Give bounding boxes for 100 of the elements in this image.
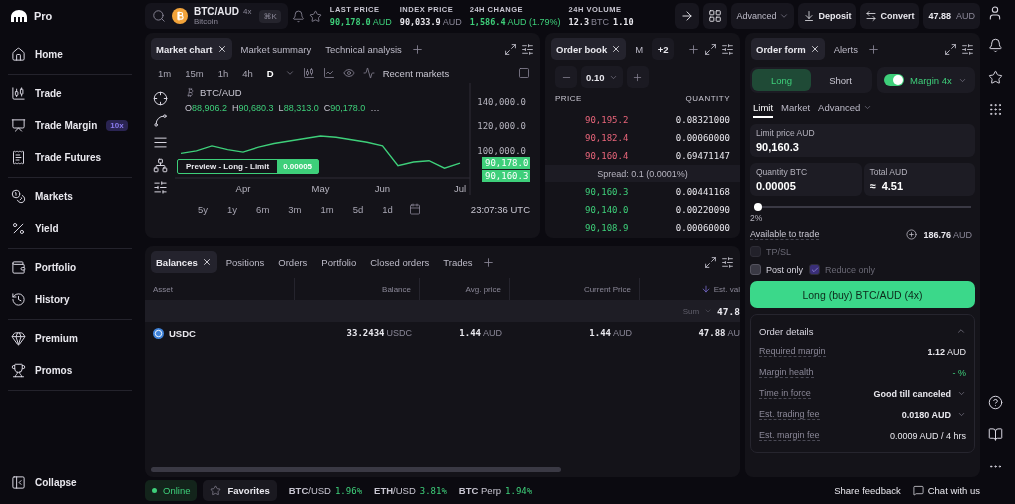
recent-markets-link[interactable]: Recent markets: [382, 67, 450, 79]
nav-item[interactable]: Portfolio: [8, 251, 132, 283]
range-button[interactable]: 6m: [253, 203, 273, 215]
increase-button[interactable]: [626, 66, 649, 88]
convert-button[interactable]: Convert: [860, 3, 920, 29]
chat-link[interactable]: Chat with us: [912, 485, 980, 496]
ticker-link[interactable]: BTC Perp 1.94%: [458, 485, 533, 496]
checkbox[interactable]: [750, 264, 761, 275]
submit-button[interactable]: Long (buy) BTC/AUD (4x): [750, 281, 975, 308]
next-button[interactable]: [675, 3, 700, 29]
panel-tab[interactable]: Technical analysis: [320, 38, 407, 60]
nav-item[interactable]: Home: [8, 38, 132, 70]
apps-icon[interactable]: [987, 102, 1003, 117]
order-type-tab[interactable]: Advanced: [818, 99, 873, 118]
nav-item[interactable]: Premium: [8, 322, 132, 354]
panel-tab[interactable]: Positions: [220, 251, 270, 273]
panel-tab[interactable]: Orders: [273, 251, 313, 273]
panel-tab[interactable]: Market summary: [235, 38, 317, 60]
side-option[interactable]: Long: [752, 69, 811, 91]
nav-item[interactable]: Trade Margin 10x: [8, 109, 132, 141]
close-icon[interactable]: [611, 44, 622, 54]
range-button[interactable]: 5d: [349, 203, 367, 215]
feedback-link[interactable]: Share feedback: [834, 485, 901, 496]
amount-input[interactable]: 0.00005: [756, 180, 856, 192]
tick-size-dropdown[interactable]: 0.10: [581, 66, 623, 88]
slider-thumb[interactable]: [754, 203, 763, 211]
expand-icon[interactable]: [704, 42, 717, 56]
nav-item[interactable]: History: [8, 283, 132, 315]
close-icon[interactable]: [809, 44, 820, 54]
amount-input[interactable]: ≈ 4.51: [869, 180, 969, 192]
timeframe-button[interactable]: D: [263, 67, 277, 79]
bell-icon[interactable]: [987, 38, 1003, 53]
search-icon[interactable]: [152, 9, 166, 23]
detail-value[interactable]: 0.0180 AUD: [901, 409, 951, 420]
range-button[interactable]: 1m: [317, 203, 337, 215]
add-icon[interactable]: [481, 255, 495, 269]
timeframe-button[interactable]: 15m: [182, 67, 207, 79]
margin-toggle[interactable]: Margin 4x: [877, 67, 975, 93]
add-icon[interactable]: [410, 42, 424, 56]
market-selector[interactable]: BTC/AUD 4x Bitcoin ⌘K: [145, 3, 288, 29]
expand-icon[interactable]: [944, 42, 957, 56]
settings-icon[interactable]: [961, 42, 974, 56]
panel-tab[interactable]: Trades: [438, 251, 478, 273]
help-icon[interactable]: [987, 395, 1003, 410]
collapse-button[interactable]: Collapse: [8, 466, 132, 498]
nav-item[interactable]: Trade: [8, 77, 132, 109]
timeframe-button[interactable]: 1m: [155, 67, 175, 79]
side-option[interactable]: Short: [811, 69, 870, 91]
amount-field[interactable]: Total AUD ≈ 4.51: [863, 163, 975, 196]
order-type-tab[interactable]: Market: [781, 99, 811, 118]
eye-icon[interactable]: [342, 67, 355, 79]
margin-switch[interactable]: [884, 74, 904, 86]
layout-button[interactable]: [703, 3, 728, 29]
panel-tab[interactable]: Order book: [551, 38, 627, 60]
settings-icon[interactable]: [721, 42, 734, 56]
price-field[interactable]: Limit price AUD 90,160.3: [750, 124, 975, 157]
user-icon[interactable]: [987, 5, 1003, 21]
sliders-icon[interactable]: [152, 180, 168, 196]
range-button[interactable]: 3m: [285, 203, 305, 215]
ticker-link[interactable]: BTC/USD 1.96%: [288, 485, 363, 496]
deposit-button[interactable]: Deposit: [798, 3, 857, 29]
calendar-icon[interactable]: [408, 203, 421, 215]
line-tool-icon[interactable]: [152, 113, 168, 129]
line-chart-icon[interactable]: [322, 67, 335, 79]
nav-item[interactable]: Trade Futures: [8, 141, 132, 173]
nav-item[interactable]: Promos: [8, 354, 132, 386]
panel-tab[interactable]: Alerts: [828, 38, 863, 60]
close-icon[interactable]: [216, 44, 227, 54]
view-dropdown[interactable]: Advanced: [731, 3, 795, 29]
price-input[interactable]: 90,160.3: [756, 141, 969, 153]
panel-tab[interactable]: Order form: [751, 38, 825, 60]
panel-tab[interactable]: Market chart: [151, 38, 232, 60]
detail-value[interactable]: Good till canceled: [873, 388, 951, 399]
pattern-icon[interactable]: [152, 157, 168, 173]
crosshair-icon[interactable]: [152, 90, 168, 106]
range-button[interactable]: 5y: [195, 203, 212, 215]
candlestick-icon[interactable]: [302, 67, 315, 79]
indicator-icon[interactable]: [362, 67, 375, 79]
timeframe-button[interactable]: 1h: [214, 67, 232, 79]
range-button[interactable]: 1d: [379, 203, 396, 215]
column-header[interactable]: Est. val: [640, 278, 740, 300]
book-icon[interactable]: [987, 427, 1003, 442]
plus-circle-icon[interactable]: [906, 229, 918, 240]
favorites-button[interactable]: Favorites: [203, 480, 277, 501]
add-icon[interactable]: [687, 42, 700, 56]
range-button[interactable]: 1y: [224, 203, 241, 215]
panel-tab[interactable]: M: [630, 38, 649, 60]
lines-icon[interactable]: [152, 135, 168, 151]
settings-icon[interactable]: [721, 255, 734, 269]
order-type-tab[interactable]: Limit: [753, 99, 774, 118]
nav-item[interactable]: Markets: [8, 180, 132, 212]
balance-button[interactable]: 47.88 AUD: [923, 3, 980, 29]
expand-icon[interactable]: [504, 42, 517, 56]
more-tabs-button[interactable]: +2: [652, 38, 675, 60]
amount-field[interactable]: Quantity BTC 0.00005: [750, 163, 862, 196]
nav-item[interactable]: Yield: [8, 212, 132, 244]
panel-tab[interactable]: Portfolio: [316, 251, 362, 273]
ticker-link[interactable]: ETH/USD 3.81%: [374, 485, 447, 496]
star-icon[interactable]: [308, 9, 322, 23]
timeframe-button[interactable]: 4h: [239, 67, 256, 79]
